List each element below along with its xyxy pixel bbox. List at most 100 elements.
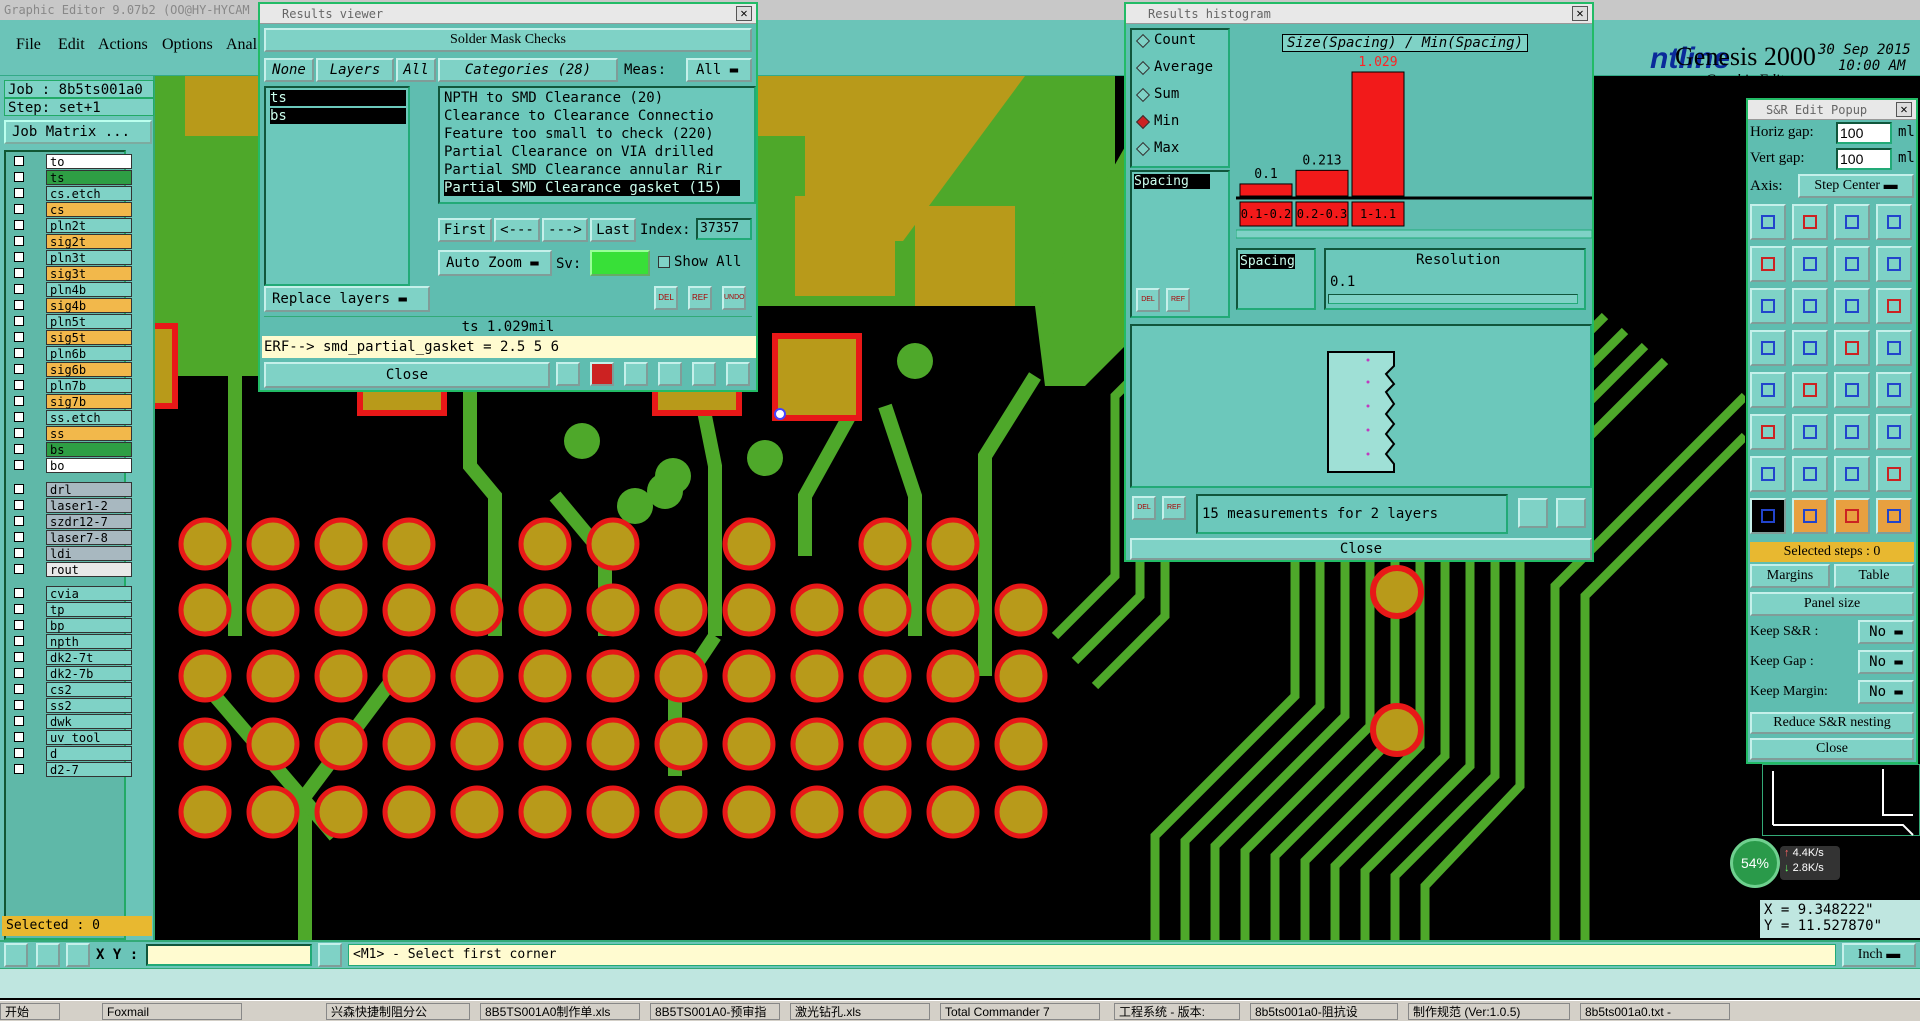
hgap-input[interactable]: 100 xyxy=(1836,122,1892,144)
layer-name[interactable]: dwk xyxy=(46,714,132,729)
start-button[interactable]: 开始 xyxy=(0,1003,60,1020)
vgap-input[interactable]: 100 xyxy=(1836,148,1892,170)
layer-name[interactable]: sig4b xyxy=(46,298,132,313)
layer-row[interactable]: to xyxy=(10,154,132,169)
sr-tool-icon[interactable] xyxy=(1792,330,1828,366)
resolution-box[interactable]: Resolution 0.1 xyxy=(1324,248,1586,310)
layer-checkbox[interactable] xyxy=(14,172,24,182)
layer-checkbox[interactable] xyxy=(14,484,24,494)
layer-row[interactable]: rout xyxy=(10,562,132,577)
layer-checkbox[interactable] xyxy=(14,620,24,630)
layer-name[interactable]: sig6b xyxy=(46,362,132,377)
list-item[interactable]: Partial SMD Clearance gasket (15) xyxy=(444,180,740,196)
sr-tool-icon[interactable] xyxy=(1834,498,1870,534)
keep-sr-select[interactable]: No ▬ xyxy=(1858,620,1914,644)
sr-tool-icon[interactable] xyxy=(1834,414,1870,450)
layer-checkbox[interactable] xyxy=(14,716,24,726)
layer-row[interactable]: ss xyxy=(10,426,132,441)
sv-color-select[interactable] xyxy=(590,250,650,276)
spacing-list[interactable]: Spacing DEL REF xyxy=(1130,170,1230,318)
layer-name[interactable]: pln3t xyxy=(46,250,132,265)
xy-input[interactable] xyxy=(146,944,312,966)
mini-map[interactable] xyxy=(1762,764,1920,836)
layer-row[interactable]: bp xyxy=(10,618,132,633)
first-button[interactable]: First xyxy=(438,218,492,242)
spacing-selector[interactable]: Spacing xyxy=(1236,248,1316,310)
highlight-icon[interactable] xyxy=(556,362,580,386)
category-list[interactable]: NPTH to SMD Clearance (20) Clearance to … xyxy=(438,86,756,204)
layer-name[interactable]: drl xyxy=(46,482,132,497)
list-item[interactable]: Feature too small to check (220) xyxy=(444,126,714,142)
sr-tool-icon[interactable] xyxy=(1834,456,1870,492)
ref-icon[interactable]: REF xyxy=(1162,496,1186,520)
replace-layers-select[interactable]: Replace layers ▬ xyxy=(264,286,430,312)
mode-radio[interactable] xyxy=(1135,141,1151,157)
measure-icon[interactable] xyxy=(36,943,60,967)
mode-radio[interactable] xyxy=(1135,60,1151,76)
layer-row[interactable]: ts xyxy=(10,170,132,185)
cancel-icon[interactable] xyxy=(624,362,648,386)
layer-name[interactable]: ldi xyxy=(46,546,132,561)
layer-row[interactable]: ldi xyxy=(10,546,132,561)
next-button[interactable]: ---> xyxy=(542,218,588,242)
spacing-item[interactable]: Spacing xyxy=(1134,174,1210,189)
taskbar-item[interactable]: 兴森快捷制阻分公 xyxy=(326,1003,470,1020)
layer-name[interactable]: bp xyxy=(46,618,132,633)
sr-tool-icon[interactable] xyxy=(1834,330,1870,366)
layer-name[interactable]: laser7-8 xyxy=(46,530,132,545)
layer-row[interactable]: drl xyxy=(10,482,132,497)
close-icon[interactable]: ✕ xyxy=(1572,6,1588,21)
layer-name[interactable]: cs2 xyxy=(46,682,132,697)
layer-checkbox[interactable] xyxy=(14,444,24,454)
layer-row[interactable]: laser7-8 xyxy=(10,530,132,545)
layer-row[interactable]: cvia xyxy=(10,586,132,601)
layer-name[interactable]: pln4b xyxy=(46,282,132,297)
layer-name[interactable]: pln5t xyxy=(46,314,132,329)
layer-checkbox[interactable] xyxy=(14,396,24,406)
layer-checkbox[interactable] xyxy=(14,204,24,214)
layer-row[interactable]: d2-7 xyxy=(10,762,132,777)
layer-checkbox[interactable] xyxy=(14,268,24,278)
layer-name[interactable]: sig5t xyxy=(46,330,132,345)
last-button[interactable]: Last xyxy=(590,218,636,242)
layer-row[interactable]: cs xyxy=(10,202,132,217)
layer-checkbox[interactable] xyxy=(14,604,24,614)
layer-name[interactable]: pln6b xyxy=(46,346,132,361)
layer-checkbox[interactable] xyxy=(14,236,24,246)
layer-result-list[interactable]: ts bs xyxy=(264,86,410,286)
layer-row[interactable]: uv_tool xyxy=(10,730,132,745)
del-icon[interactable]: DEL xyxy=(1132,496,1156,520)
keep-gap-select[interactable]: No ▬ xyxy=(1858,650,1914,674)
layer-checkbox[interactable] xyxy=(14,516,24,526)
panel-size-button[interactable]: Panel size xyxy=(1750,592,1914,616)
reduce-nesting-button[interactable]: Reduce S&R nesting xyxy=(1750,712,1914,734)
layer-name[interactable]: laser1-2 xyxy=(46,498,132,513)
layer-checkbox[interactable] xyxy=(14,700,24,710)
layer-checkbox[interactable] xyxy=(14,684,24,694)
close-icon[interactable]: ✕ xyxy=(736,6,752,21)
keep-margin-select[interactable]: No ▬ xyxy=(1858,680,1914,704)
sr-tool-icon[interactable] xyxy=(1792,288,1828,324)
sr-tool-icon[interactable] xyxy=(1750,414,1786,450)
del-icon[interactable]: DEL xyxy=(654,286,678,310)
layer-row[interactable]: ss.etch xyxy=(10,410,132,425)
layer-checkbox[interactable] xyxy=(14,668,24,678)
list-item[interactable]: Partial Clearance on VIA drilled xyxy=(444,144,714,160)
show-all-checkbox[interactable] xyxy=(658,256,670,268)
layer-checkbox[interactable] xyxy=(14,332,24,342)
job-matrix-button[interactable]: Job Matrix ... xyxy=(4,120,152,144)
layer-name[interactable]: szdr12-7 xyxy=(46,514,132,529)
zoom-area-icon[interactable] xyxy=(4,943,28,967)
sr-tool-icon[interactable] xyxy=(1876,498,1912,534)
layer-row[interactable]: bo xyxy=(10,458,132,473)
layer-checkbox[interactable] xyxy=(14,764,24,774)
meas-select[interactable]: All ▬ xyxy=(686,58,752,82)
layer-name[interactable]: cvia xyxy=(46,586,132,601)
layer-name[interactable]: bo xyxy=(46,458,132,473)
sr-tool-icon[interactable] xyxy=(1834,288,1870,324)
layer-row[interactable]: sig7b xyxy=(10,394,132,409)
layer-row[interactable]: sig4b xyxy=(10,298,132,313)
layer-name[interactable]: to xyxy=(46,154,132,169)
list-item[interactable]: bs xyxy=(270,108,406,124)
sr-tool-icon[interactable] xyxy=(1750,456,1786,492)
